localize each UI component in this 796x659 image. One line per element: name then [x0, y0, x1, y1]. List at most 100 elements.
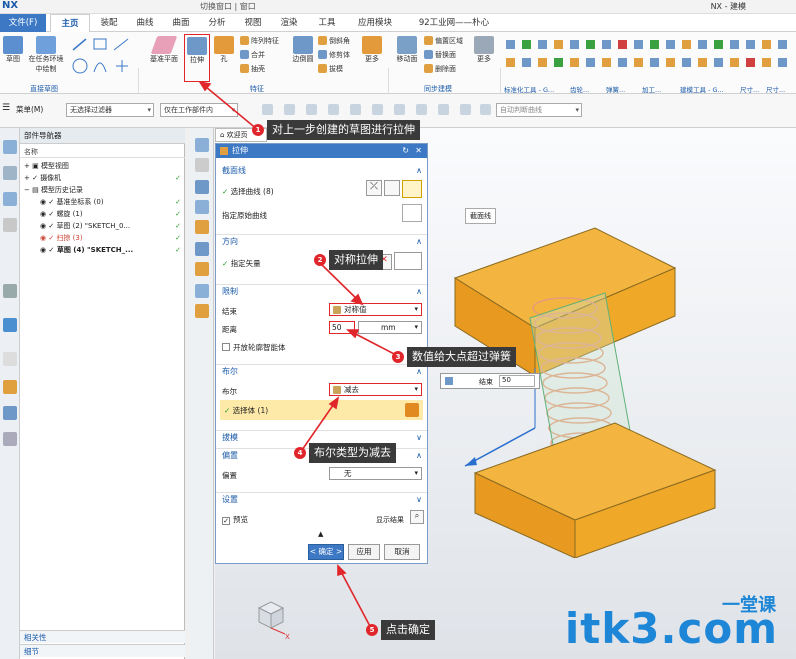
reset-icon[interactable]: ↻: [402, 144, 409, 158]
distance-input[interactable]: 50: [329, 321, 355, 334]
section-limits[interactable]: 限制 ∧: [216, 284, 427, 298]
section-curve-icon[interactable]: ⤫: [366, 180, 382, 196]
constraint-navigator-icon[interactable]: [3, 192, 17, 206]
close-icon[interactable]: ✕: [415, 144, 422, 158]
curve-selected-icon[interactable]: [402, 180, 422, 198]
ok-button[interactable]: < 确定 >: [308, 544, 344, 560]
dependencies-panel[interactable]: 相关性: [20, 630, 185, 643]
curve-tools-icons[interactable]: [70, 36, 130, 80]
selection-scope-select[interactable]: 仅在工作部件内: [160, 103, 238, 117]
extrude-icon[interactable]: [195, 180, 209, 194]
curve-rule-select[interactable]: 自动判断曲线: [496, 103, 582, 117]
end-distance-handle[interactable]: 结束 50: [440, 373, 540, 389]
face-icon[interactable]: [394, 104, 405, 115]
unite-button[interactable]: 合并: [240, 50, 265, 60]
addon-tools-icons[interactable]: [504, 38, 794, 82]
origin-curve-icon[interactable]: [402, 204, 422, 222]
tab-curve[interactable]: 曲线: [128, 14, 162, 32]
show-result-button[interactable]: ⌕: [410, 510, 424, 524]
edge-blend-button[interactable]: 边倒圆: [290, 36, 316, 64]
chamfer-icon[interactable]: [195, 304, 209, 318]
assembly-navigator-icon[interactable]: [3, 166, 17, 180]
tab-92-industry[interactable]: 92工业网——朴心: [406, 14, 502, 32]
tab-surface[interactable]: 曲面: [164, 14, 198, 32]
more-feature-button[interactable]: 更多: [362, 36, 382, 64]
end-distance-input[interactable]: 50: [499, 375, 535, 387]
section-profile[interactable]: 截面线 ∧: [216, 164, 427, 178]
point-icon[interactable]: [350, 104, 361, 115]
cancel-button[interactable]: 取消: [384, 544, 420, 560]
menu-button[interactable]: 菜单(M): [16, 104, 43, 115]
reuse-library-icon[interactable]: [3, 218, 17, 232]
tab-render[interactable]: 渲染: [272, 14, 306, 32]
part-navigator-icon[interactable]: [3, 140, 17, 154]
tab-analysis[interactable]: 分析: [200, 14, 234, 32]
sketch-button[interactable]: 草图: [2, 36, 24, 64]
details-panel[interactable]: 细节: [20, 644, 185, 657]
apply-button[interactable]: 应用: [348, 544, 380, 560]
more-sync-button[interactable]: 更多: [474, 36, 494, 64]
hole-button[interactable]: 孔: [214, 36, 234, 64]
revolve-icon[interactable]: [195, 200, 209, 214]
curve-rule-icon[interactable]: [372, 104, 383, 115]
specify-vector-row[interactable]: ✓ 指定矢量: [222, 258, 261, 269]
component-icon[interactable]: [460, 104, 471, 115]
filter-icon[interactable]: [306, 104, 317, 115]
tree-row-model-views[interactable]: + ▣ 模型视图: [20, 160, 185, 172]
select-body-row[interactable]: ✓ 选择体 (1): [220, 400, 423, 420]
tab-assembly[interactable]: 装配: [92, 14, 126, 32]
section-draft[interactable]: 拔模 ∨: [216, 430, 427, 444]
hole-icon[interactable]: [195, 220, 209, 234]
tab-app-modules[interactable]: 应用模块: [348, 14, 402, 32]
shell-icon[interactable]: [195, 262, 209, 276]
web-browser-icon[interactable]: [3, 318, 17, 332]
tree-row-cameras[interactable]: + ✓ 摄像机 ✓: [20, 172, 185, 184]
hd3d-icon[interactable]: [3, 284, 17, 298]
preview-row[interactable]: ✓ 预览: [222, 514, 248, 525]
specify-origin-curve-row[interactable]: 指定原始曲线: [222, 210, 267, 221]
process-studio-icon[interactable]: [3, 406, 17, 420]
window-switcher[interactable]: 切换窗口 | 窗口: [200, 1, 256, 12]
selection-filter-select[interactable]: 无选择过滤器: [66, 103, 154, 117]
section-direction[interactable]: 方向 ∧: [216, 234, 427, 248]
boolean-select[interactable]: 减去: [329, 383, 422, 396]
replace-face-button[interactable]: 替换面: [424, 50, 456, 60]
sketch-icon[interactable]: [195, 242, 209, 256]
close-icon[interactable]: [195, 158, 209, 172]
history-icon[interactable]: [3, 352, 17, 366]
preview-checkbox[interactable]: ✓: [222, 517, 230, 525]
select-curve-row[interactable]: ✓ 选择曲线 (8): [222, 186, 274, 197]
sketch-section-icon[interactable]: [384, 180, 400, 196]
system-materials-icon[interactable]: [3, 380, 17, 394]
vector-dropdown[interactable]: [394, 252, 422, 270]
feature-icon[interactable]: [328, 104, 339, 115]
tree-row-sketch-2[interactable]: ◉ ✓ 草图 (2) "SKETCH_0... ✓: [20, 220, 185, 232]
delete-face-button[interactable]: 删除面: [424, 64, 456, 74]
select-icon[interactable]: [284, 104, 295, 115]
chamfer-button[interactable]: 倒斜角: [318, 36, 350, 46]
tree-row-model-history[interactable]: − ▤ 模型历史记录: [20, 184, 185, 196]
snap-icon[interactable]: [262, 104, 273, 115]
offset-region-button[interactable]: 偏置区域: [424, 36, 463, 46]
tree-row-datum-csys[interactable]: ◉ ✓ 基准坐标系 (0) ✓: [20, 196, 185, 208]
tree-row-sweep[interactable]: ◉ ✓ 扫掠 (3) ✓: [20, 232, 185, 244]
trim-body-button[interactable]: 修剪体: [318, 50, 350, 60]
open-profile-row[interactable]: 开放轮廓智能体: [222, 342, 286, 353]
section-boolean[interactable]: 布尔 ∧: [216, 364, 427, 378]
datum-plane-button[interactable]: 基准平面: [146, 36, 182, 64]
collapse-more-icon[interactable]: ▲: [318, 530, 323, 538]
distance-unit-select[interactable]: mm: [358, 321, 422, 334]
view-icon[interactable]: [480, 104, 491, 115]
blend-icon[interactable]: [195, 284, 209, 298]
pattern-feature-button[interactable]: 阵列特征: [240, 36, 279, 46]
roles-icon[interactable]: [3, 432, 17, 446]
tree-row-sketch-4[interactable]: ◉ ✓ 草图 (4) "SKETCH_... ✓: [20, 244, 185, 256]
tab-tools[interactable]: 工具: [310, 14, 344, 32]
draft-button[interactable]: 拔模: [318, 64, 343, 74]
tab-view[interactable]: 视图: [236, 14, 270, 32]
tree-row-helix[interactable]: ◉ ✓ 螺旋 (1) ✓: [20, 208, 185, 220]
move-face-button[interactable]: 移动面: [394, 36, 420, 64]
sketch-in-task-button[interactable]: 在任务环境中绘制: [26, 36, 66, 74]
end-select[interactable]: 对称值: [329, 303, 422, 316]
edge-icon[interactable]: [438, 104, 449, 115]
